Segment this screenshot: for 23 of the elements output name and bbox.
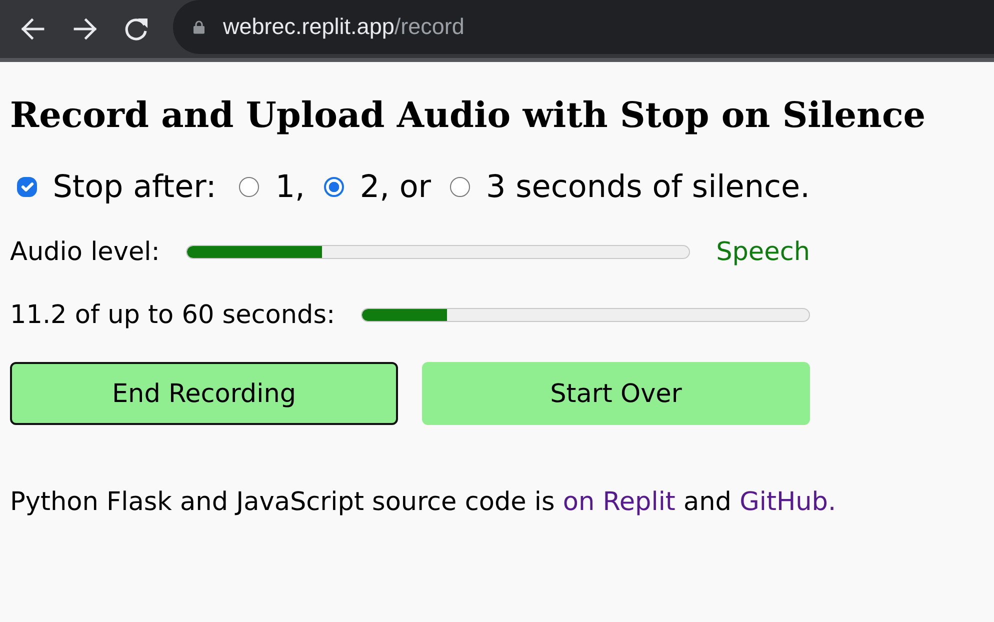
page-heading: Record and Upload Audio with Stop on Silence bbox=[10, 94, 926, 138]
radio-button[interactable] bbox=[450, 177, 470, 198]
elapsed-time-label: 11.2 of up to 60 seconds: bbox=[10, 300, 336, 330]
level-reading: Speech bbox=[716, 236, 810, 268]
start-over-button[interactable]: Start Over bbox=[422, 362, 810, 426]
radio-label: 2, or bbox=[360, 168, 432, 206]
radio-button[interactable] bbox=[239, 177, 260, 198]
end-recording-button[interactable]: End Recording bbox=[10, 362, 398, 426]
source-link[interactable]: GitHub. bbox=[740, 487, 836, 518]
address-text: webrec.replit.app/record bbox=[223, 13, 464, 42]
source-link[interactable]: on Replit bbox=[562, 487, 676, 518]
stop-after-label: Stop after: bbox=[52, 168, 216, 206]
back-arrow-icon[interactable] bbox=[20, 16, 46, 42]
radio-label: 1, bbox=[275, 168, 305, 206]
reload-icon[interactable] bbox=[123, 16, 149, 42]
radio-button[interactable] bbox=[324, 177, 344, 198]
lock-icon bbox=[193, 20, 205, 34]
radio-label: 3 seconds of silence. bbox=[486, 168, 810, 206]
stop-checkbox[interactable] bbox=[17, 177, 37, 198]
source-code-note: Python Flask and JavaScript source code is on Replit and GitHub. bbox=[10, 487, 836, 518]
address-bar[interactable]: webrec.replit.app/record bbox=[173, 0, 994, 54]
audio-level-label: Audio level: bbox=[10, 236, 160, 268]
forward-arrow-icon[interactable] bbox=[72, 16, 98, 42]
